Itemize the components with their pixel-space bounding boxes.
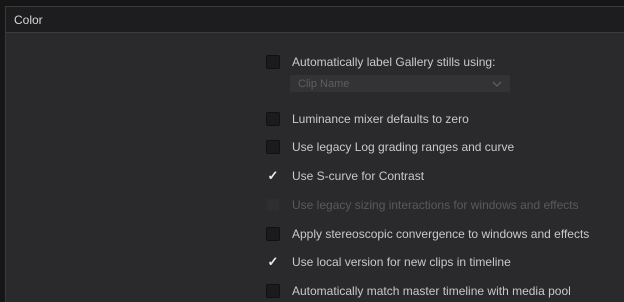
s-curve-contrast-checkbox[interactable]: ✓	[266, 169, 280, 183]
option-legacy-sizing: Use legacy sizing interactions for windo…	[266, 195, 579, 215]
legacy-log-grading-checkbox[interactable]	[266, 140, 280, 154]
option-local-version-timeline[interactable]: ✓ Use local version for new clips in tim…	[266, 252, 511, 272]
legacy-sizing-checkbox	[266, 198, 280, 212]
luminance-mixer-checkbox[interactable]	[266, 112, 280, 126]
dropdown-value: Clip Name	[298, 77, 350, 90]
match-master-timeline-checkbox[interactable]	[266, 284, 280, 298]
option-s-curve-contrast[interactable]: ✓ Use S-curve for Contrast	[266, 166, 425, 186]
gallery-label-dropdown: Clip Name	[289, 74, 511, 93]
option-label: Automatically match master timeline with…	[292, 284, 571, 298]
option-label: Use legacy sizing interactions for windo…	[292, 198, 579, 212]
option-label: Use S-curve for Contrast	[292, 169, 425, 183]
option-luminance-mixer-zero[interactable]: Luminance mixer defaults to zero	[266, 109, 469, 129]
auto-label-gallery-checkbox[interactable]	[266, 55, 280, 69]
chevron-down-icon	[492, 81, 502, 87]
option-match-master-timeline[interactable]: Automatically match master timeline with…	[266, 281, 571, 301]
panel-header: Color	[6, 7, 624, 33]
panel-title: Color	[14, 13, 43, 27]
option-label: Use local version for new clips in timel…	[292, 255, 511, 269]
option-label: Luminance mixer defaults to zero	[292, 112, 469, 126]
option-stereoscopic-convergence[interactable]: Apply stereoscopic convergence to window…	[266, 224, 589, 244]
option-auto-label-gallery[interactable]: Automatically label Gallery stills using…	[266, 52, 495, 72]
stereoscopic-convergence-checkbox[interactable]	[266, 227, 280, 241]
option-label: Automatically label Gallery stills using…	[292, 55, 496, 69]
option-label: Apply stereoscopic convergence to window…	[292, 227, 590, 241]
option-label: Use legacy Log grading ranges and curve	[292, 140, 515, 154]
option-legacy-log-grading[interactable]: Use legacy Log grading ranges and curve	[266, 137, 514, 157]
local-version-checkbox[interactable]: ✓	[266, 255, 280, 269]
